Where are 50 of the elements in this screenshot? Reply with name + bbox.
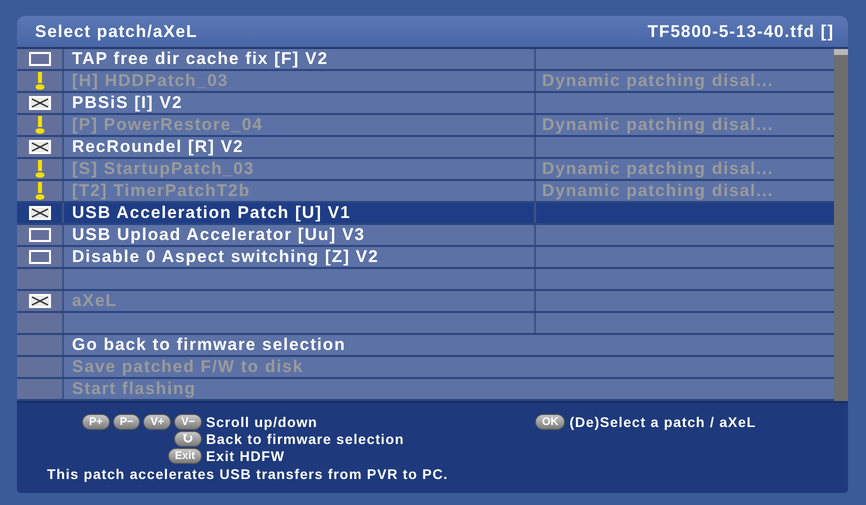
- remote-key: V+: [143, 414, 172, 430]
- help-text: (De)Select a patch / aXeL: [569, 414, 756, 430]
- remote-key: V−: [174, 414, 202, 430]
- checkbox-icon[interactable]: [28, 52, 50, 66]
- row-note: Dynamic patching disal...: [542, 115, 774, 135]
- help-text: Scroll up/down: [206, 414, 318, 430]
- row-label: USB Upload Accelerator [Uu] V3: [72, 225, 366, 245]
- patch-description: This patch accelerates USB transfers from PVR to PC.: [46, 466, 450, 482]
- row-label: Go back to firmware selection: [72, 335, 346, 355]
- row-label: aXeL: [72, 291, 118, 311]
- remote-key: P+: [82, 414, 110, 430]
- remote-key: Exit: [168, 448, 202, 464]
- list-row[interactable]: Go back to firmware selection: [17, 335, 834, 357]
- checkbox-icon[interactable]: [28, 140, 50, 154]
- file-name: TF5800-5-13-40.tfd []: [648, 22, 834, 42]
- list-row[interactable]: Disable 0 Aspect switching [Z] V2: [17, 247, 834, 269]
- row-label: TAP free dir cache fix [F] V2: [72, 49, 328, 69]
- scrollbar[interactable]: [834, 49, 848, 401]
- row-label: [H] HDDPatch_03: [72, 71, 228, 91]
- list-row[interactable]: USB Upload Accelerator [Uu] V3: [17, 225, 834, 247]
- row-label: [T2] TimerPatchT2b: [72, 181, 250, 201]
- row-label: Start flashing: [72, 379, 196, 399]
- row-label: [S] StartupPatch_03: [72, 159, 254, 179]
- row-label: USB Acceleration Patch [U] V1: [72, 203, 351, 223]
- row-label: Disable 0 Aspect switching [Z] V2: [72, 247, 379, 267]
- warning-icon: [34, 72, 44, 90]
- row-note: Dynamic patching disal...: [542, 159, 774, 179]
- list-row[interactable]: TAP free dir cache fix [F] V2: [17, 49, 834, 71]
- help-text: Back to firmware selection: [206, 430, 404, 446]
- row-label: RecRoundel [R] V2: [72, 137, 244, 157]
- row-note: Dynamic patching disal...: [542, 181, 774, 201]
- row-note: Dynamic patching disal...: [542, 71, 774, 91]
- row-label: Save patched F/W to disk: [72, 357, 304, 377]
- row-label: PBSiS [I] V2: [72, 93, 183, 113]
- checkbox-icon[interactable]: [28, 228, 50, 242]
- list-row[interactable]: PBSiS [I] V2: [17, 93, 834, 115]
- help-text: Exit HDFW: [206, 448, 285, 464]
- warning-icon: [34, 182, 44, 200]
- warning-icon: [34, 160, 44, 178]
- list-row[interactable]: USB Acceleration Patch [U] V1: [17, 203, 834, 225]
- checkbox-icon[interactable]: [28, 206, 50, 220]
- checkbox-icon[interactable]: [28, 96, 50, 110]
- remote-key: OK: [534, 414, 566, 430]
- return-icon: [181, 433, 195, 444]
- checkbox-icon[interactable]: [28, 250, 50, 264]
- list-row[interactable]: RecRoundel [R] V2: [17, 137, 834, 159]
- window-title: Select patch/aXeL: [35, 22, 198, 42]
- row-label: [P] PowerRestore_04: [72, 115, 263, 135]
- warning-icon: [34, 116, 44, 134]
- remote-key: P−: [112, 414, 140, 430]
